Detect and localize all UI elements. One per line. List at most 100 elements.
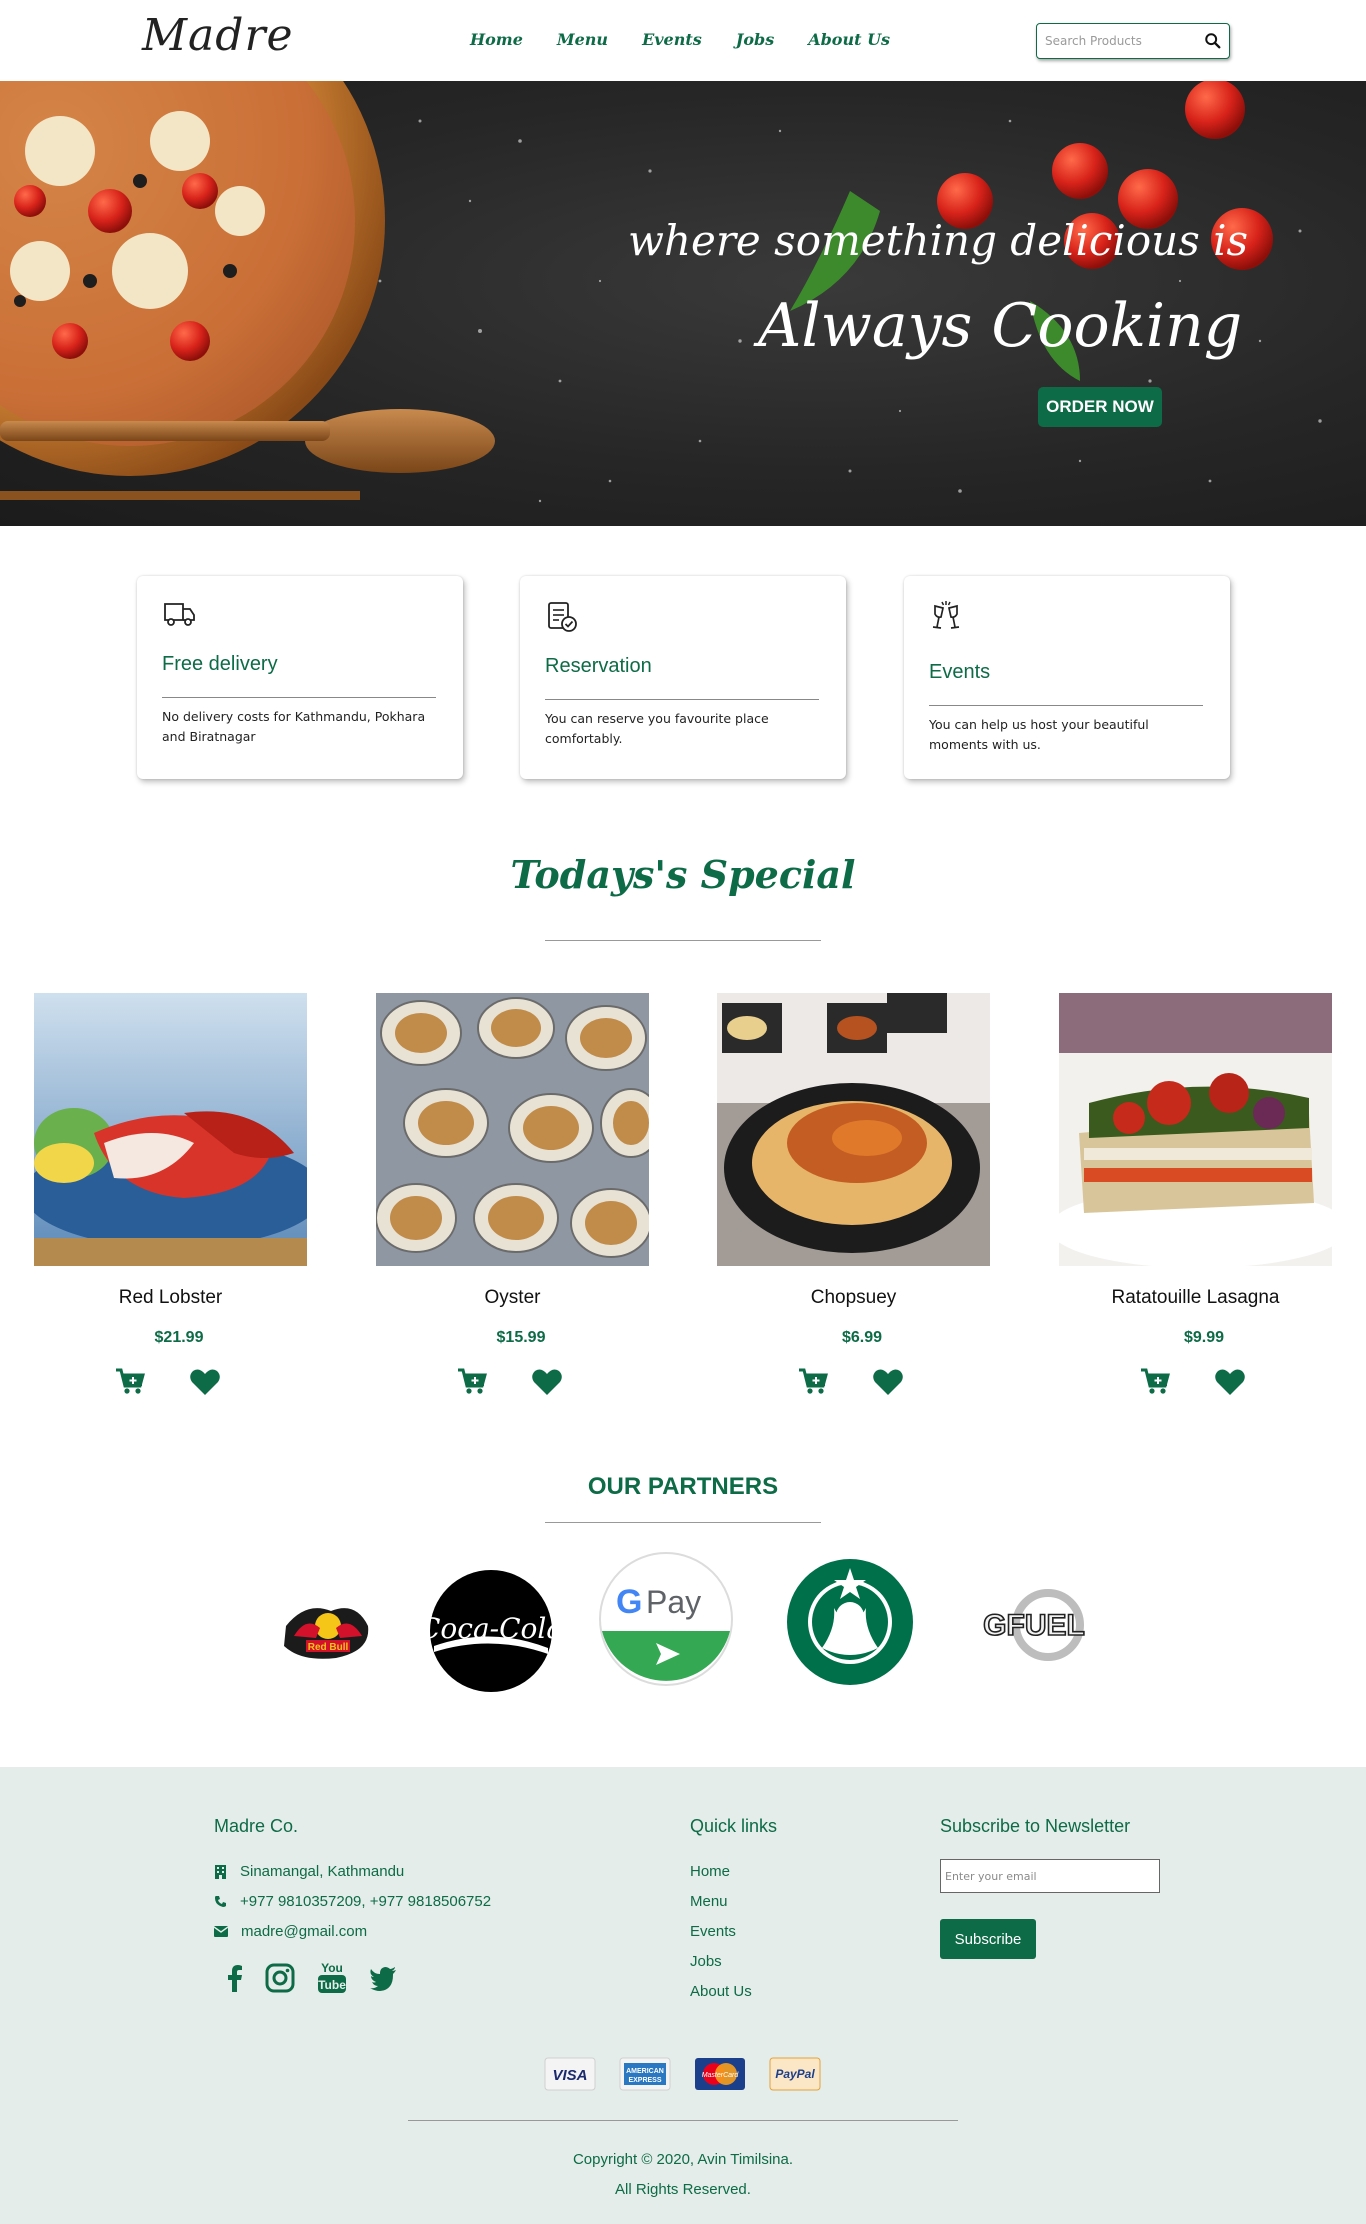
amex-card-icon: AMERICAN EXPRESS <box>619 2057 671 2091</box>
feature-title: Reservation <box>545 655 652 677</box>
hero-banner: where something delicious is Always Cook… <box>0 81 1366 526</box>
main-menu: Home Menu Events Jobs About Us <box>470 30 924 49</box>
feature-description: No delivery costs for Kathmandu, Pokhara… <box>162 709 426 744</box>
brand-logo[interactable]: Madre <box>142 10 294 61</box>
coca-cola-logo[interactable]: Coca-Cola <box>428 1568 554 1694</box>
svg-text:Coca-Cola: Coca-Cola <box>428 1612 554 1645</box>
copyright-line-1: Copyright © 2020, Avin Timilsina. <box>572 2151 794 2168</box>
champagne-glasses-icon <box>932 601 960 629</box>
product-price: $21.99 <box>154 1329 204 1346</box>
footer-email-text[interactable]: madre@gmail.com <box>241 1923 367 1940</box>
newsletter-email-input[interactable] <box>940 1859 1160 1893</box>
product-card-red-lobster: Red Lobster $21.99 <box>34 993 307 1395</box>
phone-icon <box>215 1896 226 1907</box>
add-to-cart-icon[interactable] <box>456 1366 488 1396</box>
nav-jobs[interactable]: Jobs <box>736 30 774 49</box>
feature-card-reservation: Reservation You can reserve you favourit… <box>520 576 846 779</box>
nav-events[interactable]: Events <box>642 30 702 49</box>
mastercard-icon: MasterCard <box>695 2058 745 2090</box>
instagram-icon[interactable] <box>265 1963 295 1993</box>
gpay-logo[interactable]: G Pay <box>598 1551 734 1687</box>
subscribe-button[interactable]: Subscribe <box>940 1919 1036 1959</box>
svg-text:EXPRESS: EXPRESS <box>628 2077 661 2084</box>
product-image[interactable] <box>376 993 649 1266</box>
add-to-cart-icon[interactable] <box>114 1366 146 1396</box>
footer-link-events[interactable]: Events <box>690 1923 736 1940</box>
svg-text:AMERICAN: AMERICAN <box>626 2068 664 2075</box>
product-price: $15.99 <box>496 1329 546 1346</box>
search-icon[interactable] <box>1204 32 1222 50</box>
heart-icon[interactable] <box>1214 1367 1246 1397</box>
facebook-icon[interactable] <box>220 1963 250 1993</box>
envelope-icon <box>214 1926 228 1937</box>
top-navbar: Madre Home Menu Events Jobs About Us <box>0 0 1366 81</box>
svg-text:Tube: Tube <box>318 1978 346 1992</box>
product-image[interactable] <box>1059 993 1332 1266</box>
site-footer: Madre Co. Sinamangal, Kathmandu +977 981… <box>0 1767 1366 2224</box>
feature-card-events: Events You can help us host your beautif… <box>904 576 1230 779</box>
specials-divider <box>545 940 821 941</box>
svg-text:Pay: Pay <box>646 1584 701 1620</box>
product-name[interactable]: Chopsuey <box>717 1287 990 1309</box>
product-card-ratatouille-lasagna: Ratatouille Lasagna $9.99 <box>1059 993 1332 1395</box>
svg-text:GFUEL: GFUEL <box>983 1609 1085 1642</box>
feature-title: Events <box>929 661 991 683</box>
heart-icon[interactable] <box>189 1367 221 1397</box>
svg-text:Red Bull: Red Bull <box>308 1642 349 1653</box>
heart-icon[interactable] <box>531 1367 563 1397</box>
paypal-card-icon: PayPal <box>769 2057 821 2091</box>
youtube-icon[interactable]: You Tube <box>316 1960 348 1994</box>
product-name[interactable]: Oyster <box>376 1287 649 1309</box>
specials-heading: Todays's Special <box>510 852 856 897</box>
svg-text:MasterCard: MasterCard <box>702 2072 740 2079</box>
footer-phone-text[interactable]: +977 9810357209, +977 9818506752 <box>240 1893 491 1910</box>
copyright-line-2: All Rights Reserved. <box>615 2181 751 2198</box>
svg-text:You: You <box>321 1961 343 1975</box>
product-name[interactable]: Red Lobster <box>34 1287 307 1309</box>
footer-email: madre@gmail.com <box>214 1923 367 1940</box>
feature-divider <box>545 699 819 700</box>
feature-card-delivery: Free delivery No delivery costs for Kath… <box>137 576 463 779</box>
svg-text:G: G <box>616 1583 642 1621</box>
footer-address-text: Sinamangal, Kathmandu <box>240 1863 405 1880</box>
partners-divider <box>545 1522 821 1523</box>
gfuel-logo[interactable]: GFUEL <box>962 1588 1106 1662</box>
starbucks-logo[interactable] <box>786 1558 914 1686</box>
paypal-label: PayPal <box>775 2067 815 2081</box>
footer-company-title: Madre Co. <box>214 1816 299 1836</box>
footer-link-jobs[interactable]: Jobs <box>690 1953 722 1970</box>
feature-description: You can reserve you favourite place comf… <box>545 711 769 746</box>
hero-headline: Always Cooking <box>758 291 1243 361</box>
footer-phone: +977 9810357209, +977 9818506752 <box>214 1893 491 1910</box>
feature-divider <box>162 697 436 698</box>
nav-menu[interactable]: Menu <box>557 30 608 49</box>
twitter-icon[interactable] <box>368 1963 398 1993</box>
product-card-oyster: Oyster $15.99 <box>376 993 649 1395</box>
feature-description: You can help us host your beautiful mome… <box>929 717 1149 752</box>
order-now-button[interactable]: ORDER NOW <box>1038 387 1162 427</box>
visa-card-icon: VISA <box>544 2057 596 2091</box>
product-price: $6.99 <box>841 1329 883 1346</box>
building-icon <box>215 1864 226 1879</box>
footer-link-menu[interactable]: Menu <box>690 1893 728 1910</box>
nav-home[interactable]: Home <box>470 30 523 49</box>
footer-divider <box>408 2120 958 2121</box>
feature-divider <box>929 705 1203 706</box>
product-image[interactable] <box>717 993 990 1266</box>
footer-link-home[interactable]: Home <box>690 1863 730 1880</box>
product-name[interactable]: Ratatouille Lasagna <box>1059 1287 1332 1309</box>
product-card-chopsuey: Chopsuey $6.99 <box>717 993 990 1395</box>
footer-quick-links-title: Quick links <box>690 1816 778 1836</box>
search-input[interactable] <box>1045 30 1205 52</box>
footer-newsletter-title: Subscribe to Newsletter <box>940 1816 1131 1836</box>
add-to-cart-icon[interactable] <box>797 1366 829 1396</box>
product-image[interactable] <box>34 993 307 1266</box>
add-to-cart-icon[interactable] <box>1139 1366 1171 1396</box>
feature-title: Free delivery <box>162 653 278 675</box>
footer-link-about-us[interactable]: About Us <box>690 1983 752 2000</box>
truck-icon <box>164 603 195 626</box>
reservation-icon <box>548 602 577 632</box>
heart-icon[interactable] <box>872 1367 904 1397</box>
nav-about-us[interactable]: About Us <box>808 30 890 49</box>
redbull-logo[interactable]: Red Bull <box>276 1596 376 1666</box>
